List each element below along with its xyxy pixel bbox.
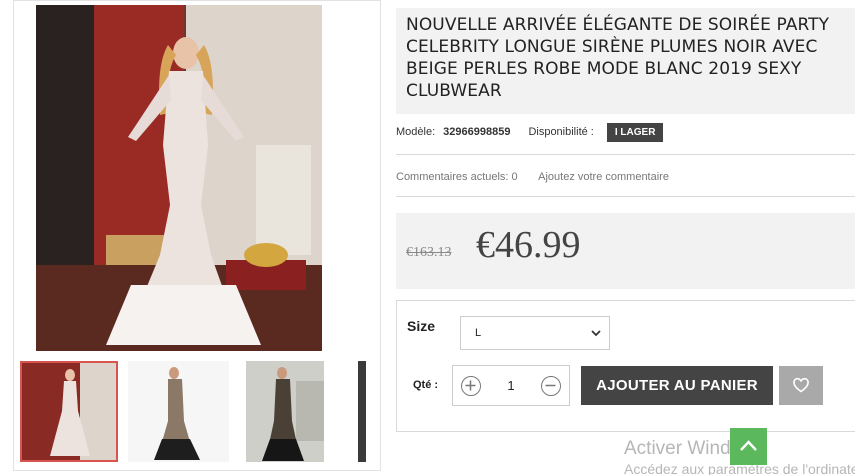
size-select[interactable]: L xyxy=(460,316,610,350)
chevron-down-icon xyxy=(591,330,601,337)
price-panel: €163.13 €46.99 xyxy=(396,213,855,289)
product-gallery xyxy=(13,0,381,471)
add-review-link[interactable]: Ajoutez votre commentaire xyxy=(538,171,669,183)
chevron-up-icon xyxy=(740,440,757,451)
add-to-cart-button[interactable]: AJOUTER AU PANIER xyxy=(581,366,773,405)
availability-badge: I LAGER xyxy=(606,122,664,142)
quantity-input[interactable]: 1 xyxy=(493,378,529,393)
thumbnail-4[interactable] xyxy=(358,361,366,462)
thumbnail-strip xyxy=(14,356,380,466)
thumbnail-2[interactable] xyxy=(128,361,229,462)
plus-circle-icon[interactable] xyxy=(461,376,481,396)
quantity-stepper: 1 xyxy=(452,365,570,406)
model-value: 32966998859 xyxy=(443,126,511,138)
size-selected-value: L xyxy=(475,327,482,339)
purchase-options: Size L Qté : 1 AJOUTER AU PANIER xyxy=(396,300,855,432)
current-reviews: Commentaires actuels: 0 xyxy=(396,171,518,183)
size-label: Size xyxy=(407,318,436,334)
reviews-row: Commentaires actuels: 0 Ajoutez votre co… xyxy=(396,171,669,183)
heart-icon xyxy=(793,378,809,393)
product-meta: Modèle: 32966998859 Disponibilité : I LA… xyxy=(396,119,664,145)
main-product-image[interactable] xyxy=(36,5,322,351)
divider xyxy=(396,154,855,155)
model-label: Modèle: xyxy=(396,126,436,138)
thumbnail-1[interactable] xyxy=(20,361,118,462)
current-price: €46.99 xyxy=(476,224,581,266)
product-title: NOUVELLE ARRIVÉE ÉLÉGANTE DE SOIRÉE PART… xyxy=(406,15,830,101)
divider xyxy=(396,196,855,197)
quantity-label: Qté : xyxy=(413,379,439,391)
availability-label: Disponibilité : xyxy=(528,126,594,138)
thumbnail-3[interactable] xyxy=(246,361,324,462)
wishlist-button[interactable] xyxy=(779,366,823,405)
minus-circle-icon[interactable] xyxy=(541,376,561,396)
scroll-to-top-button[interactable] xyxy=(730,428,767,465)
product-title-panel: NOUVELLE ARRIVÉE ÉLÉGANTE DE SOIRÉE PART… xyxy=(396,8,855,114)
old-price: €163.13 xyxy=(406,245,452,260)
